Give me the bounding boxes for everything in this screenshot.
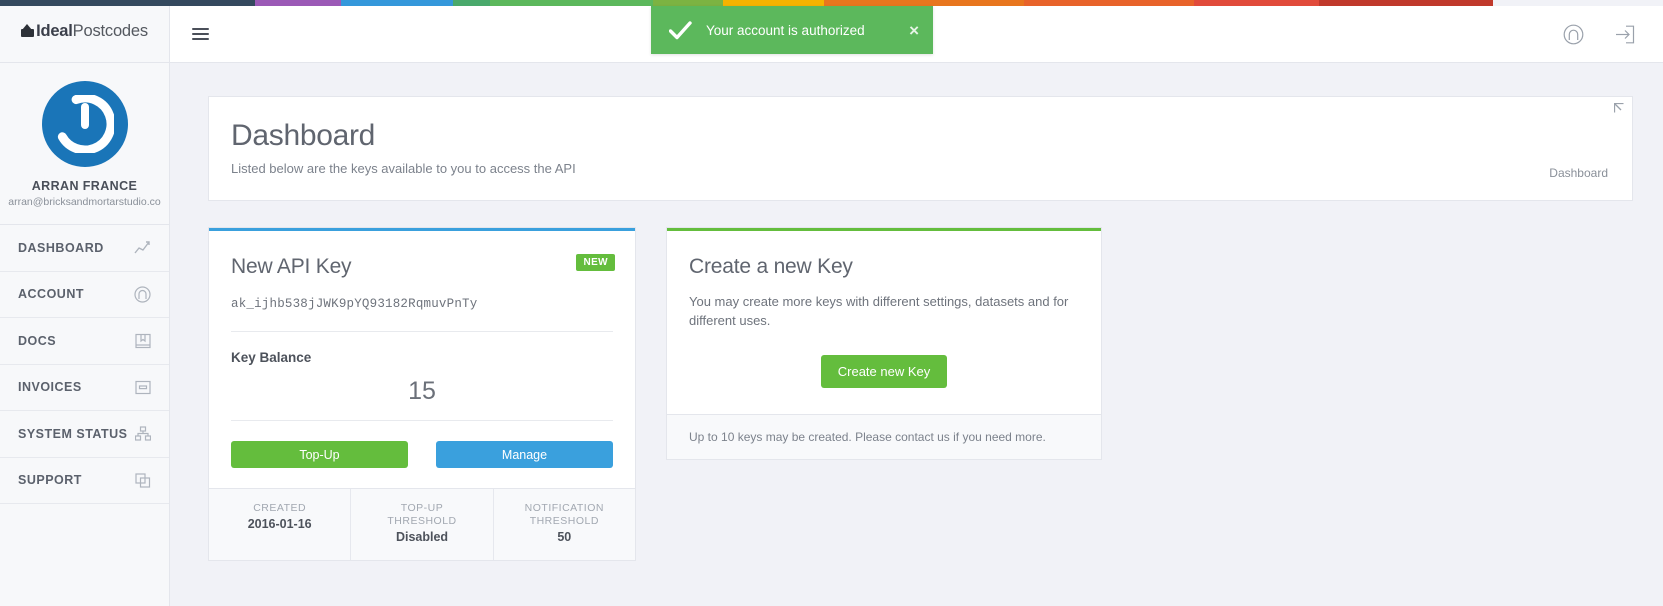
invoice-icon: [135, 380, 151, 395]
sidebar-item-label: SUPPORT: [18, 473, 82, 488]
create-key-footer-note: Up to 10 keys may be created. Please con…: [667, 413, 1101, 459]
book-icon: [135, 333, 151, 349]
stat-value: Disabled: [395, 530, 449, 545]
status-badge: NEW: [576, 254, 615, 271]
toast-notification: Your account is authorized ×: [651, 6, 933, 54]
sidebar-item-label: DOCS: [18, 333, 57, 348]
api-key-card-footer: CREATED 2016-01-16 TOP-UP THRESHOLD Disa…: [209, 488, 635, 560]
sidebar-item-label: INVOICES: [18, 380, 82, 395]
sign-out-icon[interactable]: [1614, 25, 1635, 44]
sidebar-item-dashboard[interactable]: DASHBOARD: [0, 225, 169, 272]
stat-notification-threshold: NOTIFICATION THRESHOLD 50: [494, 489, 635, 560]
stripe-segment-9: [1194, 0, 1319, 6]
sidebar-item-account[interactable]: ACCOUNT: [0, 272, 169, 318]
stripe-segment-3: [453, 0, 490, 6]
api-key-title: New API Key: [231, 255, 352, 278]
stat-value: 50: [557, 530, 572, 545]
sitemap-icon: [135, 426, 151, 441]
account-badge-icon: [134, 286, 151, 303]
brand-light: Postcodes: [72, 21, 148, 40]
stripe-segment-2: [341, 0, 453, 6]
create-key-title: Create a new Key: [689, 255, 853, 278]
sidebar-item-docs[interactable]: DOCS: [0, 318, 169, 365]
stat-caption: TOP-UP THRESHOLD: [351, 502, 492, 528]
sidebar-item-system-status[interactable]: SYSTEM STATUS: [0, 411, 169, 458]
create-key-card-body: Create a new Key You may create more key…: [667, 231, 1101, 414]
create-key-action: Create new Key: [689, 354, 1079, 388]
user-circle-icon[interactable]: [1563, 24, 1584, 45]
user-name: ARRAN FRANCE: [31, 179, 138, 193]
page-subtitle: Listed below are the keys available to y…: [231, 161, 576, 176]
copy-icon: [135, 473, 151, 488]
chart-line-icon: [134, 240, 151, 255]
sidebar: IdealPostcodes ARRAN FRANCE arran@bricks…: [0, 0, 170, 606]
api-key-card-body: New API Key NEW ak_ijhb538jJWK9pYQ93182R…: [209, 231, 635, 488]
create-key-description: You may create more keys with different …: [689, 294, 1069, 328]
stripe-segment-10: [1319, 0, 1493, 6]
stat-value: 2016-01-16: [247, 517, 312, 532]
stat-created: CREATED 2016-01-16: [209, 489, 352, 560]
stat-caption-line2: THRESHOLD: [529, 515, 599, 528]
api-key-card: New API Key NEW ak_ijhb538jJWK9pYQ93182R…: [208, 227, 636, 561]
close-icon[interactable]: ×: [901, 22, 919, 39]
page-header-panel: Dashboard Listed below are the keys avai…: [208, 96, 1633, 201]
divider: [231, 331, 613, 332]
breadcrumb[interactable]: Dashboard: [1549, 166, 1608, 180]
stat-topup-threshold: TOP-UP THRESHOLD Disabled: [351, 489, 494, 560]
user-profile: ARRAN FRANCE arran@bricksandmortarstudio…: [0, 63, 169, 225]
user-email: arran@bricksandmortarstudio.co: [8, 196, 161, 208]
sidebar-item-support[interactable]: SUPPORT: [0, 458, 169, 504]
brand-bold: Ideal: [36, 21, 73, 40]
main-content: Dashboard Listed below are the keys avai…: [170, 63, 1663, 606]
stat-caption-line2: THRESHOLD: [387, 515, 457, 528]
key-balance-label: Key Balance: [231, 350, 312, 365]
avatar: [41, 81, 128, 167]
toast-message: Your account is authorized: [706, 22, 865, 38]
page-title: Dashboard: [231, 119, 376, 152]
stat-caption-line1: NOTIFICATION: [524, 502, 604, 514]
stripe-segment-1: [255, 0, 341, 6]
stat-caption: CREATED: [253, 502, 307, 514]
expand-icon[interactable]: [1613, 102, 1624, 115]
create-key-card: Create a new Key You may create more key…: [666, 227, 1102, 460]
api-key-value[interactable]: ak_ijhb538jJWK9pYQ93182RqmuvPnTy: [231, 297, 613, 311]
sidebar-item-label: DASHBOARD: [18, 240, 104, 255]
stripe-segment-8: [1024, 0, 1194, 6]
stripe-segment-4: [490, 0, 653, 6]
brand-logo[interactable]: IdealPostcodes: [0, 0, 169, 63]
sidebar-item-label: SYSTEM STATUS: [18, 426, 128, 441]
check-icon: [669, 20, 692, 40]
sidebar-item-label: ACCOUNT: [18, 287, 84, 302]
sidebar-nav: DASHBOARD ACCOUNT DOCS INVOICES SYSTEM S…: [0, 225, 169, 504]
stripe-segment-0: [0, 0, 255, 6]
manage-button[interactable]: Manage: [436, 441, 613, 468]
top-up-button[interactable]: Top-Up: [231, 441, 408, 468]
create-new-key-button[interactable]: Create new Key: [820, 354, 948, 388]
cards-row: New API Key NEW ak_ijhb538jJWK9pYQ93182R…: [208, 227, 1633, 561]
key-actions: Top-Up Manage: [231, 421, 613, 468]
header-actions: [1563, 24, 1663, 45]
hamburger-icon: [191, 25, 209, 43]
stat-caption-line1: TOP-UP: [400, 502, 444, 514]
key-balance-value: 15: [408, 377, 436, 405]
stat-caption: NOTIFICATION THRESHOLD: [494, 502, 635, 528]
house-icon: [21, 23, 35, 37]
brand-text: IdealPostcodes: [21, 22, 148, 41]
sidebar-item-invoices[interactable]: INVOICES: [0, 365, 169, 411]
menu-toggle-button[interactable]: [170, 6, 230, 62]
